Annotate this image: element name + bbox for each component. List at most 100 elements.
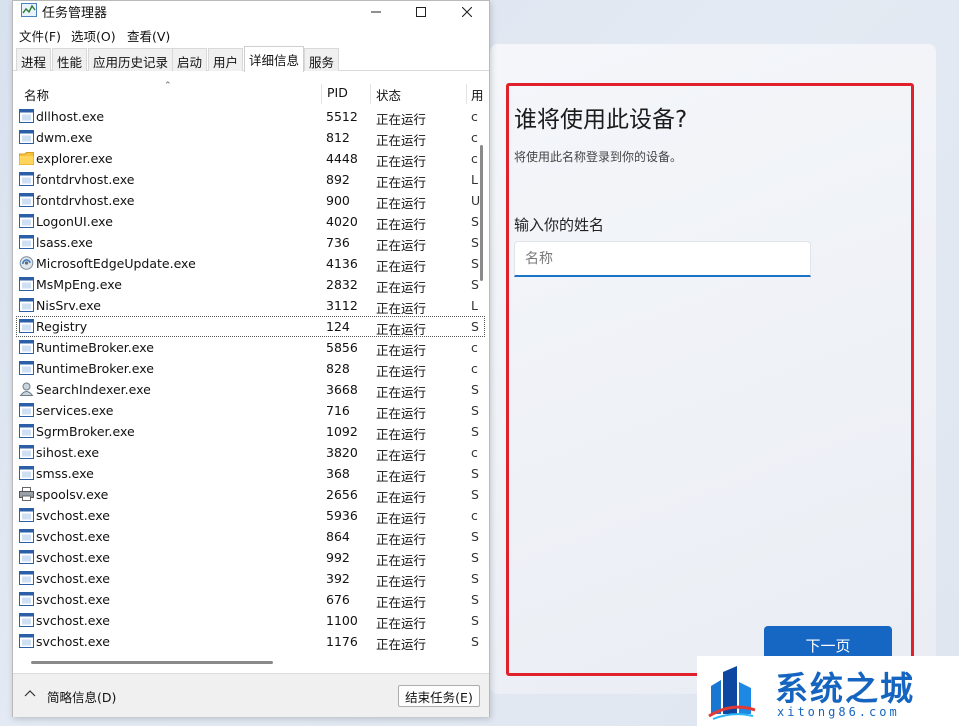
column-header-status[interactable]: 状态 xyxy=(376,85,401,104)
process-list: dllhost.exe 5512 正在运行 c dwm.exe 812 正在运行 c explo… xyxy=(16,106,485,652)
table-row[interactable]: sihost.exe 3820 正在运行 c xyxy=(16,442,485,463)
process-window-icon xyxy=(19,571,34,585)
tab-details[interactable]: 详细信息 xyxy=(244,46,305,72)
fewer-details-link[interactable]: 简略信息(D) xyxy=(47,687,116,706)
tab-app-history[interactable]: 应用历史记录 xyxy=(88,48,174,71)
process-pid: 392 xyxy=(326,571,350,586)
process-name: Registry xyxy=(36,319,88,334)
process-status: 正在运行 xyxy=(376,553,427,568)
maximize-button[interactable] xyxy=(398,1,444,22)
process-user: c xyxy=(471,109,478,124)
process-window-icon xyxy=(19,634,34,648)
menu-options[interactable]: 选项(O) xyxy=(71,26,116,45)
table-row[interactable]: svchost.exe 992 正在运行 S xyxy=(16,547,485,568)
process-name: spoolsv.exe xyxy=(36,487,109,502)
table-row[interactable]: smss.exe 368 正在运行 S xyxy=(16,463,485,484)
end-task-button[interactable]: 结束任务(E) xyxy=(398,685,480,707)
process-window-icon xyxy=(19,592,34,606)
menu-view[interactable]: 查看(V) xyxy=(127,26,170,45)
process-user: S xyxy=(471,487,479,502)
process-name: RuntimeBroker.exe xyxy=(36,361,154,376)
process-name: LogonUI.exe xyxy=(36,214,113,229)
table-row[interactable]: LogonUI.exe 4020 正在运行 S xyxy=(16,211,485,232)
process-status: 正在运行 xyxy=(376,637,427,652)
chevron-up-icon[interactable] xyxy=(24,689,36,697)
tab-startup[interactable]: 启动 xyxy=(172,48,208,71)
column-separator[interactable] xyxy=(321,84,322,104)
column-separator[interactable] xyxy=(370,84,371,104)
process-user: S xyxy=(471,382,479,397)
process-status: 正在运行 xyxy=(376,364,427,379)
tab-processes[interactable]: 进程 xyxy=(16,48,52,71)
column-header-name[interactable]: 名称 xyxy=(24,85,49,104)
table-row[interactable]: svchost.exe 1176 正在运行 S xyxy=(16,631,485,652)
process-pid: 3112 xyxy=(326,298,358,313)
process-window-icon xyxy=(19,298,34,312)
process-pid: 864 xyxy=(326,529,350,544)
column-separator[interactable] xyxy=(466,84,467,104)
name-input[interactable] xyxy=(514,241,811,277)
table-row[interactable]: lsass.exe 736 正在运行 S xyxy=(16,232,485,253)
table-row[interactable]: spoolsv.exe 2656 正在运行 S xyxy=(16,484,485,505)
folder-icon xyxy=(19,152,34,165)
process-window-icon xyxy=(19,109,34,123)
close-button[interactable] xyxy=(444,1,490,22)
table-row[interactable]: MicrosoftEdgeUpdate.exe 4136 正在运行 S xyxy=(16,253,485,274)
table-row[interactable]: svchost.exe 676 正在运行 S xyxy=(16,589,485,610)
table-row[interactable]: MsMpEng.exe 2832 正在运行 S xyxy=(16,274,485,295)
process-window-icon xyxy=(19,529,34,543)
table-row[interactable]: dwm.exe 812 正在运行 c xyxy=(16,127,485,148)
process-user: c xyxy=(471,340,478,355)
tab-users[interactable]: 用户 xyxy=(208,48,244,71)
process-pid: 828 xyxy=(326,361,350,376)
tab-services[interactable]: 服务 xyxy=(304,48,340,71)
process-name: MsMpEng.exe xyxy=(36,277,122,292)
process-status: 正在运行 xyxy=(376,385,427,400)
process-status: 正在运行 xyxy=(376,511,427,526)
process-name: dllhost.exe xyxy=(36,109,105,124)
table-row[interactable]: SearchIndexer.exe 3668 正在运行 S xyxy=(16,379,485,400)
menu-bar: 文件(F) 选项(O) 查看(V) xyxy=(13,23,489,45)
table-row[interactable]: services.exe 716 正在运行 S xyxy=(16,400,485,421)
process-user: S xyxy=(471,613,479,628)
minimize-button[interactable] xyxy=(353,1,399,22)
process-status: 正在运行 xyxy=(376,133,427,148)
process-pid: 812 xyxy=(326,130,350,145)
table-row[interactable]: RuntimeBroker.exe 5856 正在运行 c xyxy=(16,337,485,358)
table-row[interactable]: svchost.exe 392 正在运行 S xyxy=(16,568,485,589)
menu-file[interactable]: 文件(F) xyxy=(19,26,61,45)
table-row[interactable]: NisSrv.exe 3112 正在运行 L xyxy=(16,295,485,316)
horizontal-scrollbar-thumb[interactable] xyxy=(31,661,273,664)
tab-performance[interactable]: 性能 xyxy=(52,48,88,71)
table-row[interactable]: SgrmBroker.exe 1092 正在运行 S xyxy=(16,421,485,442)
process-name: svchost.exe xyxy=(36,634,110,649)
process-status: 正在运行 xyxy=(376,217,427,232)
process-status: 正在运行 xyxy=(376,574,427,589)
process-status: 正在运行 xyxy=(376,196,427,211)
vertical-scrollbar-thumb[interactable] xyxy=(480,145,483,281)
table-row[interactable]: explorer.exe 4448 正在运行 c xyxy=(16,148,485,169)
process-status: 正在运行 xyxy=(376,490,427,505)
table-row[interactable]: Registry 124 正在运行 S xyxy=(16,316,485,337)
process-user: L xyxy=(471,298,478,313)
table-row[interactable]: dllhost.exe 5512 正在运行 c xyxy=(16,106,485,127)
table-row[interactable]: fontdrvhost.exe 900 正在运行 U xyxy=(16,190,485,211)
process-status: 正在运行 xyxy=(376,154,427,169)
table-row[interactable]: RuntimeBroker.exe 828 正在运行 c xyxy=(16,358,485,379)
table-row[interactable]: svchost.exe 864 正在运行 S xyxy=(16,526,485,547)
process-name: explorer.exe xyxy=(36,151,113,166)
table-row[interactable]: fontdrvhost.exe 892 正在运行 L xyxy=(16,169,485,190)
column-header-pid[interactable]: PID xyxy=(327,85,348,100)
process-pid: 3820 xyxy=(326,445,358,460)
process-window-icon xyxy=(19,172,34,186)
process-user: S xyxy=(471,550,479,565)
process-user: c xyxy=(471,130,478,145)
sort-ascending-icon: ⌃ xyxy=(164,81,172,91)
table-row[interactable]: svchost.exe 1100 正在运行 S xyxy=(16,610,485,631)
process-status: 正在运行 xyxy=(376,343,427,358)
column-header-user[interactable]: 用 xyxy=(471,85,485,104)
title-bar[interactable]: 任务管理器 xyxy=(13,1,489,22)
table-row[interactable]: svchost.exe 5936 正在运行 c xyxy=(16,505,485,526)
window-title: 任务管理器 xyxy=(42,6,108,21)
oobe-title: 谁将使用此设备? xyxy=(514,107,688,133)
